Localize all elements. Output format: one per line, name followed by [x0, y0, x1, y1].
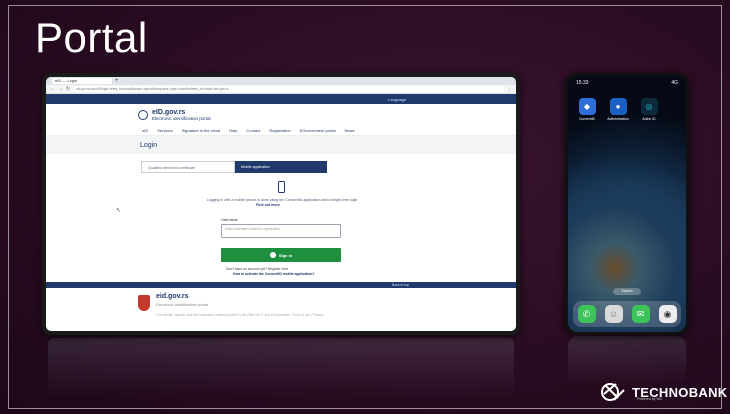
app-authentication[interactable]: ● Authentication: [607, 98, 629, 121]
tab-mobile-application[interactable]: Mobile application: [235, 161, 327, 173]
consentid-icon: ◆: [578, 98, 596, 115]
mobile-phone-icon: [278, 181, 285, 193]
phone-reflection: [568, 336, 686, 386]
eid-logo-icon: [138, 110, 148, 120]
brand-logo: TECHNOBANK: [600, 380, 727, 404]
username-input[interactable]: Enter username used for registration: [221, 224, 341, 238]
browser-toolbar: ← → ↻ eid.gov.rs/oauth2/login?client_id=…: [46, 85, 516, 94]
username-label: Username: [221, 218, 238, 222]
app-label: Authn ID: [642, 117, 656, 121]
nav-item-cloud-signature[interactable]: Signature in the cloud: [182, 128, 221, 133]
browser-window: eID — Login + ← → ↻ eid.gov.rs/oauth2/lo…: [46, 77, 516, 331]
app-authn-id[interactable]: ◎ Authn ID: [638, 98, 660, 121]
footer-text: The website operator and the information…: [156, 313, 324, 317]
site-navbar: eID Services Signature in the cloud Help…: [46, 126, 516, 136]
nav-item-eid[interactable]: eID: [142, 128, 148, 133]
login-method-tabs: Qualified electronic certificate Mobile …: [141, 161, 327, 173]
login-title: Login: [140, 141, 158, 149]
phone-screen: 15:33 4G ◆ ConsentID ● Authentication ◎ …: [568, 76, 686, 332]
phone-dock: ✆ ☺ ✉ ◉: [573, 301, 681, 327]
slide-title: Portal: [35, 14, 148, 61]
nav-item-contact[interactable]: Contact: [247, 128, 261, 133]
new-tab-icon[interactable]: +: [115, 78, 119, 84]
site-subtitle: Electronic identification portal: [152, 116, 211, 121]
phone-icon[interactable]: ✆: [577, 305, 596, 323]
nav-item-help[interactable]: Help: [229, 128, 237, 133]
back-icon[interactable]: ←: [50, 86, 55, 92]
phone-status-bar: 15:33 4G: [568, 76, 686, 90]
menu-icon[interactable]: ⋮: [507, 86, 512, 92]
footer-subtitle: Electronic identification portal: [156, 302, 209, 307]
authn-id-icon: ◎: [640, 98, 658, 115]
phone-mockup: 15:33 4G ◆ ConsentID ● Authentication ◎ …: [565, 73, 689, 335]
address-bar[interactable]: eid.gov.rs/oauth2/login?client_id=portal…: [73, 86, 504, 92]
sign-in-icon: [269, 252, 276, 258]
find-out-more-link[interactable]: Find out more: [256, 203, 280, 207]
language-link[interactable]: Language: [388, 97, 406, 102]
nav-item-services[interactable]: Services: [157, 128, 172, 133]
forward-icon[interactable]: →: [58, 86, 63, 92]
authentication-icon: ●: [609, 98, 627, 115]
site-name[interactable]: eID.gov.rs: [152, 109, 211, 116]
site-top-strip: Language: [46, 94, 516, 104]
app-label: Authentication: [607, 117, 629, 121]
footer-site-name: eid.gov.rs: [156, 293, 189, 300]
browser-tabbar: eID — Login +: [46, 77, 516, 85]
app-label: ConsentID: [578, 117, 596, 121]
brand-tagline: Powered by NIC: [637, 397, 663, 401]
register-link[interactable]: Don't have an account yet? Register here: [226, 267, 288, 271]
sign-in-label: Sign in: [278, 252, 293, 258]
login-hint: Logging in with a mobile phone is done u…: [206, 198, 358, 202]
mouse-cursor-icon: ↖: [116, 208, 122, 214]
app-consentid[interactable]: ◆ ConsentID: [576, 98, 598, 121]
nav-item-news[interactable]: News: [344, 128, 354, 133]
sign-in-button[interactable]: Sign in: [221, 248, 341, 262]
home-search-pill[interactable]: Search: [613, 288, 641, 295]
phone-time: 15:33: [576, 80, 589, 86]
technobank-mark-icon: [601, 383, 625, 401]
site-header: eID.gov.rs Electronic identification por…: [46, 104, 516, 126]
reload-icon[interactable]: ↻: [66, 86, 70, 92]
site-footer-strip: [46, 282, 516, 288]
serbia-coat-of-arms-icon: [138, 295, 150, 311]
laptop-mockup: eID — Login + ← → ↻ eid.gov.rs/oauth2/lo…: [42, 73, 520, 335]
back-to-top-link[interactable]: Back to top: [392, 283, 409, 287]
tab-certificate[interactable]: Qualified electronic certificate: [141, 161, 235, 173]
phone-signal: 4G: [671, 80, 678, 86]
phone-app-grid: ◆ ConsentID ● Authentication ◎ Authn ID: [576, 98, 660, 121]
contacts-icon[interactable]: ☺: [604, 305, 623, 323]
laptop-reflection: [48, 338, 514, 398]
browser-tab[interactable]: eID — Login: [52, 78, 112, 84]
nav-item-egov-portal[interactable]: EGovernment portal: [300, 128, 336, 133]
nav-item-registration[interactable]: Registration: [269, 128, 290, 133]
login-band: Login: [46, 136, 516, 154]
messages-icon[interactable]: ✉: [631, 305, 650, 323]
activate-app-link[interactable]: How to activate the ConsentID mobile app…: [233, 272, 315, 276]
camera-icon[interactable]: ◉: [658, 305, 677, 323]
